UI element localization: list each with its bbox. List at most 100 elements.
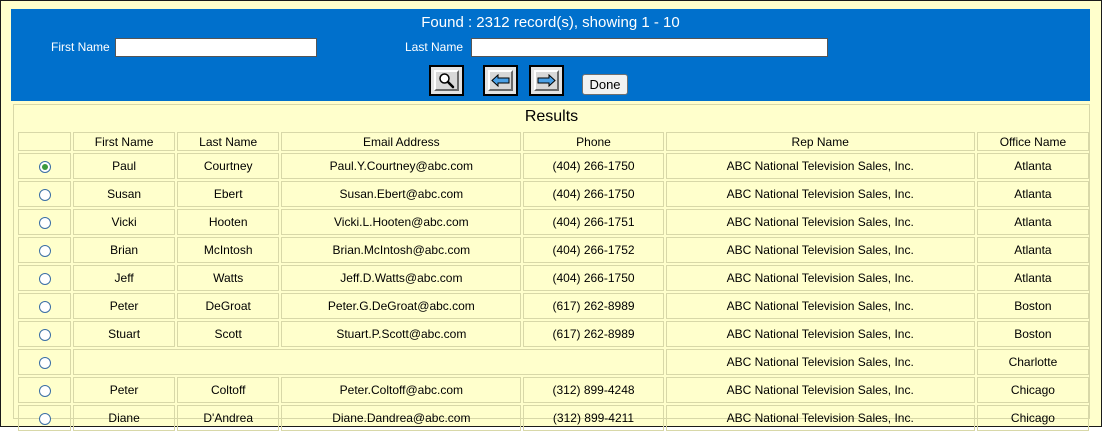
first-name-cell: Jeff — [73, 265, 176, 291]
column-header-last-name: Last Name — [177, 132, 280, 151]
select-cell — [18, 237, 72, 263]
last-name-cell: Coltoff — [177, 377, 280, 403]
found-records-text: Found : 2312 record(s), showing 1 - 10 — [421, 14, 680, 31]
row-select-radio[interactable] — [38, 160, 51, 173]
row-select-radio[interactable] — [38, 188, 51, 201]
rep-name-cell: ABC National Television Sales, Inc. — [665, 377, 975, 403]
email-cell: Vicki.L.Hooten@abc.com — [281, 209, 522, 235]
column-header-rep-name: Rep Name — [665, 132, 975, 151]
rep-name-cell: ABC National Television Sales, Inc. — [665, 321, 975, 347]
select-cell — [18, 265, 72, 291]
table-row: Peter DeGroat Peter.G.DeGroat@abc.com (617)… — [18, 293, 1089, 319]
column-header-first-name: First Name — [73, 132, 176, 151]
table-header-row: First Name Last Name Email Address Phone… — [18, 132, 1089, 151]
select-cell — [18, 405, 72, 431]
done-button[interactable]: Done — [582, 74, 628, 95]
rep-name-cell: ABC National Television Sales, Inc. — [665, 237, 975, 263]
table-row: Vicki Hooten Vicki.L.Hooten@abc.com (404) 2… — [18, 209, 1089, 235]
phone-cell: (312) 899-4211 — [523, 405, 664, 431]
phone-cell: (617) 262-8989 — [523, 321, 664, 347]
column-header-office-name: Office Name — [976, 132, 1089, 151]
row-select-radio[interactable] — [38, 272, 51, 285]
email-cell: Jeff.D.Watts@abc.com — [281, 265, 522, 291]
phone-cell: (404) 266-1750 — [523, 153, 664, 179]
phone-cell: (404) 266-1750 — [523, 181, 664, 207]
table-row: Paul Courtney Paul.Y.Courtney@abc.com (404)… — [18, 153, 1089, 179]
main-frame: Found : 2312 record(s), showing 1 - 10 F… — [0, 0, 1102, 431]
table-row: ABC National Television Sales, Inc. Charl… — [18, 349, 1089, 375]
select-cell — [18, 293, 72, 319]
office-name-cell: Atlanta — [976, 209, 1089, 235]
first-name-cell: Stuart — [73, 321, 176, 347]
last-name-input[interactable] — [471, 38, 828, 57]
last-name-cell: D'Andrea — [177, 405, 280, 431]
row-select-radio[interactable] — [38, 300, 51, 313]
arrow-left-icon — [491, 74, 510, 87]
last-name-cell: Ebert — [177, 181, 280, 207]
office-name-cell: Boston — [976, 293, 1089, 319]
search-button[interactable] — [429, 65, 464, 96]
first-name-label: First Name — [51, 40, 110, 54]
email-cell: Diane.Dandrea@abc.com — [281, 405, 522, 431]
select-cell — [18, 377, 72, 403]
office-name-cell: Chicago — [976, 405, 1089, 431]
email-cell: Brian.McIntosh@abc.com — [281, 237, 522, 263]
row-select-radio[interactable] — [38, 216, 51, 229]
rep-name-cell: ABC National Television Sales, Inc. — [665, 293, 975, 319]
row-select-radio[interactable] — [38, 384, 51, 397]
office-name-cell: Atlanta — [976, 153, 1089, 179]
email-cell: Stuart.P.Scott@abc.com — [281, 321, 522, 347]
office-name-cell: Boston — [976, 321, 1089, 347]
first-name-cell: Paul — [73, 153, 176, 179]
results-table: First Name Last Name Email Address Phone… — [16, 130, 1091, 433]
column-header-phone: Phone — [523, 132, 664, 151]
arrow-right-icon — [537, 74, 556, 87]
phone-cell: (312) 899-4248 — [523, 377, 664, 403]
first-name-cell: Peter — [73, 377, 176, 403]
previous-page-button[interactable] — [483, 65, 518, 96]
phone-cell: (617) 262-8989 — [523, 293, 664, 319]
empty-cell — [73, 349, 664, 375]
table-row: Stuart Scott Stuart.P.Scott@abc.com (617) 2… — [18, 321, 1089, 347]
last-name-cell: Hooten — [177, 209, 280, 235]
results-title: Results — [524, 108, 579, 125]
select-cell — [18, 349, 72, 375]
phone-cell: (404) 266-1751 — [523, 209, 664, 235]
row-select-radio[interactable] — [38, 244, 51, 257]
rep-name-cell: ABC National Television Sales, Inc. — [665, 181, 975, 207]
row-select-radio[interactable] — [38, 412, 51, 425]
next-page-button[interactable] — [529, 65, 564, 96]
last-name-cell: Watts — [177, 265, 280, 291]
first-name-input[interactable] — [115, 38, 317, 57]
rep-name-cell: ABC National Television Sales, Inc. — [665, 265, 975, 291]
rep-name-cell: ABC National Television Sales, Inc. — [665, 405, 975, 431]
phone-cell: (404) 266-1752 — [523, 237, 664, 263]
phone-cell: (404) 266-1750 — [523, 265, 664, 291]
table-row: Peter Coltoff Peter.Coltoff@abc.com (312) 8… — [18, 377, 1089, 403]
last-name-cell: Scott — [177, 321, 280, 347]
email-cell: Paul.Y.Courtney@abc.com — [281, 153, 522, 179]
email-cell: Peter.Coltoff@abc.com — [281, 377, 522, 403]
row-select-radio[interactable] — [38, 356, 51, 369]
first-name-cell: Peter — [73, 293, 176, 319]
magnifier-icon — [439, 73, 455, 89]
select-cell — [18, 153, 72, 179]
first-name-cell: Diane — [73, 405, 176, 431]
office-name-cell: Atlanta — [976, 181, 1089, 207]
search-header: Found : 2312 record(s), showing 1 - 10 F… — [11, 9, 1090, 101]
rep-name-cell: ABC National Television Sales, Inc. — [665, 209, 975, 235]
table-row: Susan Ebert Susan.Ebert@abc.com (404) 266-1… — [18, 181, 1089, 207]
select-cell — [18, 321, 72, 347]
first-name-cell: Vicki — [73, 209, 176, 235]
row-select-radio[interactable] — [38, 328, 51, 341]
select-cell — [18, 181, 72, 207]
table-row: Jeff Watts Jeff.D.Watts@abc.com (404) 266-1… — [18, 265, 1089, 291]
last-name-cell: Courtney — [177, 153, 280, 179]
column-header-select — [18, 132, 72, 151]
email-cell: Susan.Ebert@abc.com — [281, 181, 522, 207]
office-name-cell: Charlotte — [976, 349, 1089, 375]
select-cell — [18, 209, 72, 235]
office-name-cell: Atlanta — [976, 265, 1089, 291]
results-panel: Results First Name Last Name Email Addre… — [13, 104, 1090, 431]
last-name-cell: DeGroat — [177, 293, 280, 319]
